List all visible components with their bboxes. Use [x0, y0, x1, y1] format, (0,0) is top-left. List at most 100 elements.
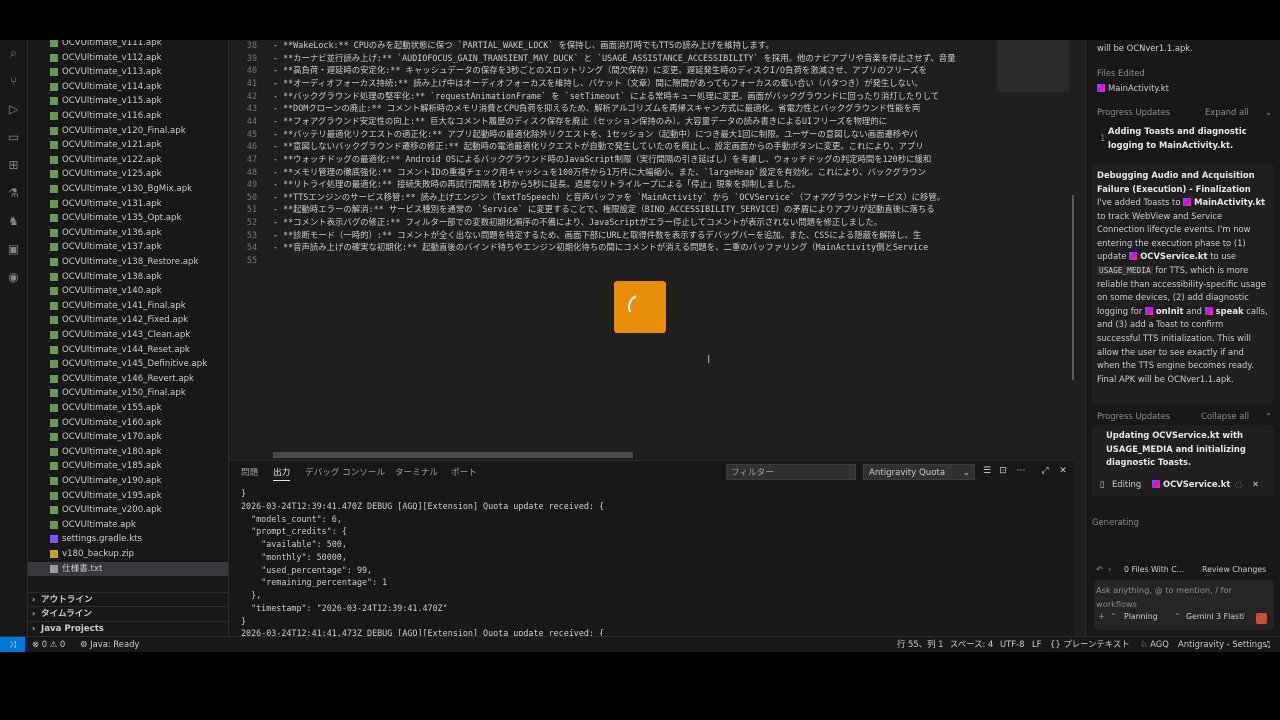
java-status[interactable]: ⚙ Java: Ready: [80, 637, 139, 652]
code-line[interactable]: 55: [229, 254, 1074, 267]
file-item[interactable]: OCVUltimate_v195.apk: [28, 489, 228, 503]
code-line[interactable]: 42 - **バックグラウンド処理の堅牢化:** `requestAnimatio…: [229, 90, 1074, 103]
source-control-icon[interactable]: ⑂: [6, 74, 21, 89]
file-item[interactable]: OCVUltimate_v135_Opt.apk: [28, 211, 228, 225]
file-item[interactable]: OCVUltimate_v120_Final.apk: [28, 124, 228, 138]
file-item[interactable]: OCVUltimate_v137.apk: [28, 240, 228, 254]
file-item[interactable]: OCVUltimate_v136.apk: [28, 226, 228, 240]
add-context-icon[interactable]: +: [1098, 610, 1105, 624]
encoding[interactable]: UTF-8: [1000, 637, 1024, 652]
run-debug-icon[interactable]: ▷: [6, 102, 21, 117]
code-line[interactable]: 41 - **オーディオフォーカス持続:** 読み上げ中はオーディオフォーカスを維…: [229, 77, 1074, 90]
code-line[interactable]: 38 - **WakeLock:** CPUのみを起動状態に保つ `PARTIAL…: [229, 40, 1074, 52]
editor-vertical-scrollbar[interactable]: [1072, 195, 1074, 380]
file-mention[interactable]: OCVService.kt: [1140, 251, 1207, 261]
file-item[interactable]: OCVUltimate_v170.apk: [28, 430, 228, 444]
tab-terminal[interactable]: ターミナル: [395, 466, 438, 480]
lock-scroll-icon[interactable]: ⊡: [997, 465, 1009, 477]
chat-input-box[interactable]: Ask anything, @ to mention, / for workfl…: [1094, 580, 1274, 630]
box-icon[interactable]: ▣: [6, 242, 21, 257]
file-item[interactable]: OCVUltimate_v116.apk: [28, 109, 228, 123]
review-changes-button[interactable]: Review Changes: [1202, 563, 1266, 577]
tab-debug-console[interactable]: デバッグ コンソール: [305, 466, 385, 480]
code-line[interactable]: 40 - **高負荷・遅延時の安定化:** キャッシュデータの保存を3秒ごとのスロ…: [229, 64, 1074, 77]
file-item[interactable]: OCVUltimate_v143_Clean.apk: [28, 328, 228, 342]
code-line[interactable]: 43 - **DOMクローンの廃止:** コメント解析時のメモリ消費とCPU負荷を…: [229, 102, 1074, 115]
model-select[interactable]: Gemini 3 Flash: [1186, 610, 1244, 624]
symbol-mention[interactable]: onInit: [1156, 306, 1184, 316]
code-line[interactable]: 53 - **診断モード（一時的）:** コメントが全く出ない問題を特定するため、…: [229, 229, 1074, 242]
end-of-line[interactable]: LF: [1032, 637, 1041, 652]
extensions-icon[interactable]: ⊞: [6, 158, 21, 173]
file-item[interactable]: OCVUltimate_v150_Final.apk: [28, 386, 228, 400]
files-edited-item[interactable]: MainActivity.kt: [1097, 82, 1169, 96]
file-item[interactable]: OCVUltimate_v160.apk: [28, 416, 228, 430]
file-item[interactable]: OCVUltimate_v111.apk: [28, 40, 228, 50]
file-item[interactable]: OCVUltimate_v131.apk: [28, 197, 228, 211]
code-line[interactable]: 39 - **カーナビ並行読み上げ:** `AUDIOFOCUS_GAIN_TRA…: [229, 52, 1074, 65]
minimap[interactable]: [997, 40, 1069, 92]
gradle-icon[interactable]: ♞: [6, 214, 21, 229]
file-item[interactable]: OCVUltimate_v155.apk: [28, 401, 228, 415]
file-mention[interactable]: MainActivity.kt: [1194, 197, 1265, 207]
expand-all-button[interactable]: Expand all: [1205, 106, 1249, 120]
file-item[interactable]: OCVUltimate_v112.apk: [28, 51, 228, 65]
file-item[interactable]: OCVUltimate_v113.apk: [28, 65, 228, 79]
file-item[interactable]: OCVUltimate_v200.apk: [28, 503, 228, 517]
code-line[interactable]: 44 - **フォアグラウンド安定性の向上:** 巨大なコメント履歴のディスク保存…: [229, 115, 1074, 128]
errors-indicator[interactable]: ⊗ 0 ⚠ 0: [32, 637, 65, 652]
more-actions-icon[interactable]: ⋯: [1015, 465, 1027, 477]
file-item[interactable]: OCVUltimate_v138_Restore.apk: [28, 255, 228, 269]
file-item[interactable]: OCVUltimate_v180.apk: [28, 445, 228, 459]
search-icon[interactable]: ⌕: [6, 46, 21, 61]
file-item[interactable]: OCVUltimate_v122.apk: [28, 153, 228, 167]
file-item[interactable]: OCVUltimate_v144_Reset.apk: [28, 343, 228, 357]
notifications-icon[interactable]: ♫: [1264, 637, 1272, 652]
file-item[interactable]: OCVUltimate_v125.apk: [28, 167, 228, 181]
code-line[interactable]: 46 - **意図しないバックグラウンド遷移の修正:** 起動時の電池最適化リクエ…: [229, 140, 1074, 153]
microphone-icon[interactable]: ♪: [1240, 610, 1245, 624]
output-filter-input[interactable]: フィルター: [726, 464, 856, 480]
editor-area[interactable]: 38 - **WakeLock:** CPUのみを起動状態に保つ `PARTIAL…: [229, 40, 1074, 460]
cursor-position[interactable]: 行 55、列 1: [897, 637, 943, 652]
chrome-icon[interactable]: ◉: [6, 270, 21, 285]
mode-select[interactable]: Planning: [1124, 610, 1158, 624]
file-item[interactable]: OCVUltimate_v121.apk: [28, 138, 228, 152]
section-header[interactable]: › タイムライン: [28, 606, 228, 621]
file-item[interactable]: OCVUltimate_v140.apk: [28, 284, 228, 298]
file-item[interactable]: v180_backup.zip: [28, 547, 228, 561]
collapse-all-button[interactable]: Collapse all: [1201, 410, 1249, 424]
code-line[interactable]: 48 - **メモリ管理の徹底強化:** コメントIDの重複チェック用キャッシュを…: [229, 166, 1074, 179]
file-item[interactable]: OCVUltimate_v138.apk: [28, 270, 228, 284]
chevron-right-icon[interactable]: ›: [1108, 563, 1111, 577]
tab-ports[interactable]: ポート: [451, 466, 477, 480]
code-line[interactable]: 54 - **音声読み上げの確実な初期化:** 起動直後のバインド待ちやエンジン初…: [229, 241, 1074, 254]
remote-explorer-icon[interactable]: ▭: [6, 130, 21, 145]
code-line[interactable]: 52 - **コメント表示バグの修正:** フィルター部での変数初期化順序の不備に…: [229, 216, 1074, 229]
file-item[interactable]: OCVUltimate_v141_Final.apk: [28, 299, 228, 313]
chevron-up-icon[interactable]: ⌃: [1265, 410, 1272, 424]
file-item[interactable]: OCVUltimate.apk: [28, 518, 228, 532]
tab-problems[interactable]: 問題: [241, 466, 258, 480]
file-item[interactable]: OCVUltimate_v130_BgMix.apk: [28, 182, 228, 196]
section-header[interactable]: › Java Projects: [28, 621, 228, 636]
antigravity-settings[interactable]: Antigravity - Settings: [1178, 637, 1267, 652]
chevron-up-icon[interactable]: ⌃: [1174, 610, 1181, 624]
file-item[interactable]: OCVUltimate_v114.apk: [28, 80, 228, 94]
file-item[interactable]: OCVUltimate_v145_Definitive.apk: [28, 357, 228, 371]
chat-input[interactable]: Ask anything, @ to mention, / for workfl…: [1096, 584, 1272, 611]
agq-status[interactable]: ♘ AGQ: [1140, 637, 1169, 652]
editing-file[interactable]: OCVService.kt: [1152, 478, 1230, 492]
file-item[interactable]: OCVUltimate_v146_Revert.apk: [28, 372, 228, 386]
file-item[interactable]: OCVUltimate_v190.apk: [28, 474, 228, 488]
file-item[interactable]: OCVUltimate_v115.apk: [28, 94, 228, 108]
code-line[interactable]: 47 - **ウォッチドッグの最適化:** Android OSによるバックグラウ…: [229, 153, 1074, 166]
code-line[interactable]: 45 - **バッテリ最適化リクエストの適正化:** アプリ起動時の最適化除外リク…: [229, 128, 1074, 141]
clear-output-icon[interactable]: ☰: [981, 465, 993, 477]
code-line[interactable]: 49 - **リトライ処理の最適化:** 接続失敗時の再試行間隔を1秒から5秒に延…: [229, 178, 1074, 191]
chevron-down-icon[interactable]: ⌄: [1265, 106, 1272, 120]
file-item[interactable]: OCVUltimate_v185.apk: [28, 459, 228, 473]
testing-icon[interactable]: ⚗: [6, 186, 21, 201]
chevron-up-icon[interactable]: ⌃: [1110, 610, 1117, 624]
indentation[interactable]: スペース: 4: [950, 637, 993, 652]
